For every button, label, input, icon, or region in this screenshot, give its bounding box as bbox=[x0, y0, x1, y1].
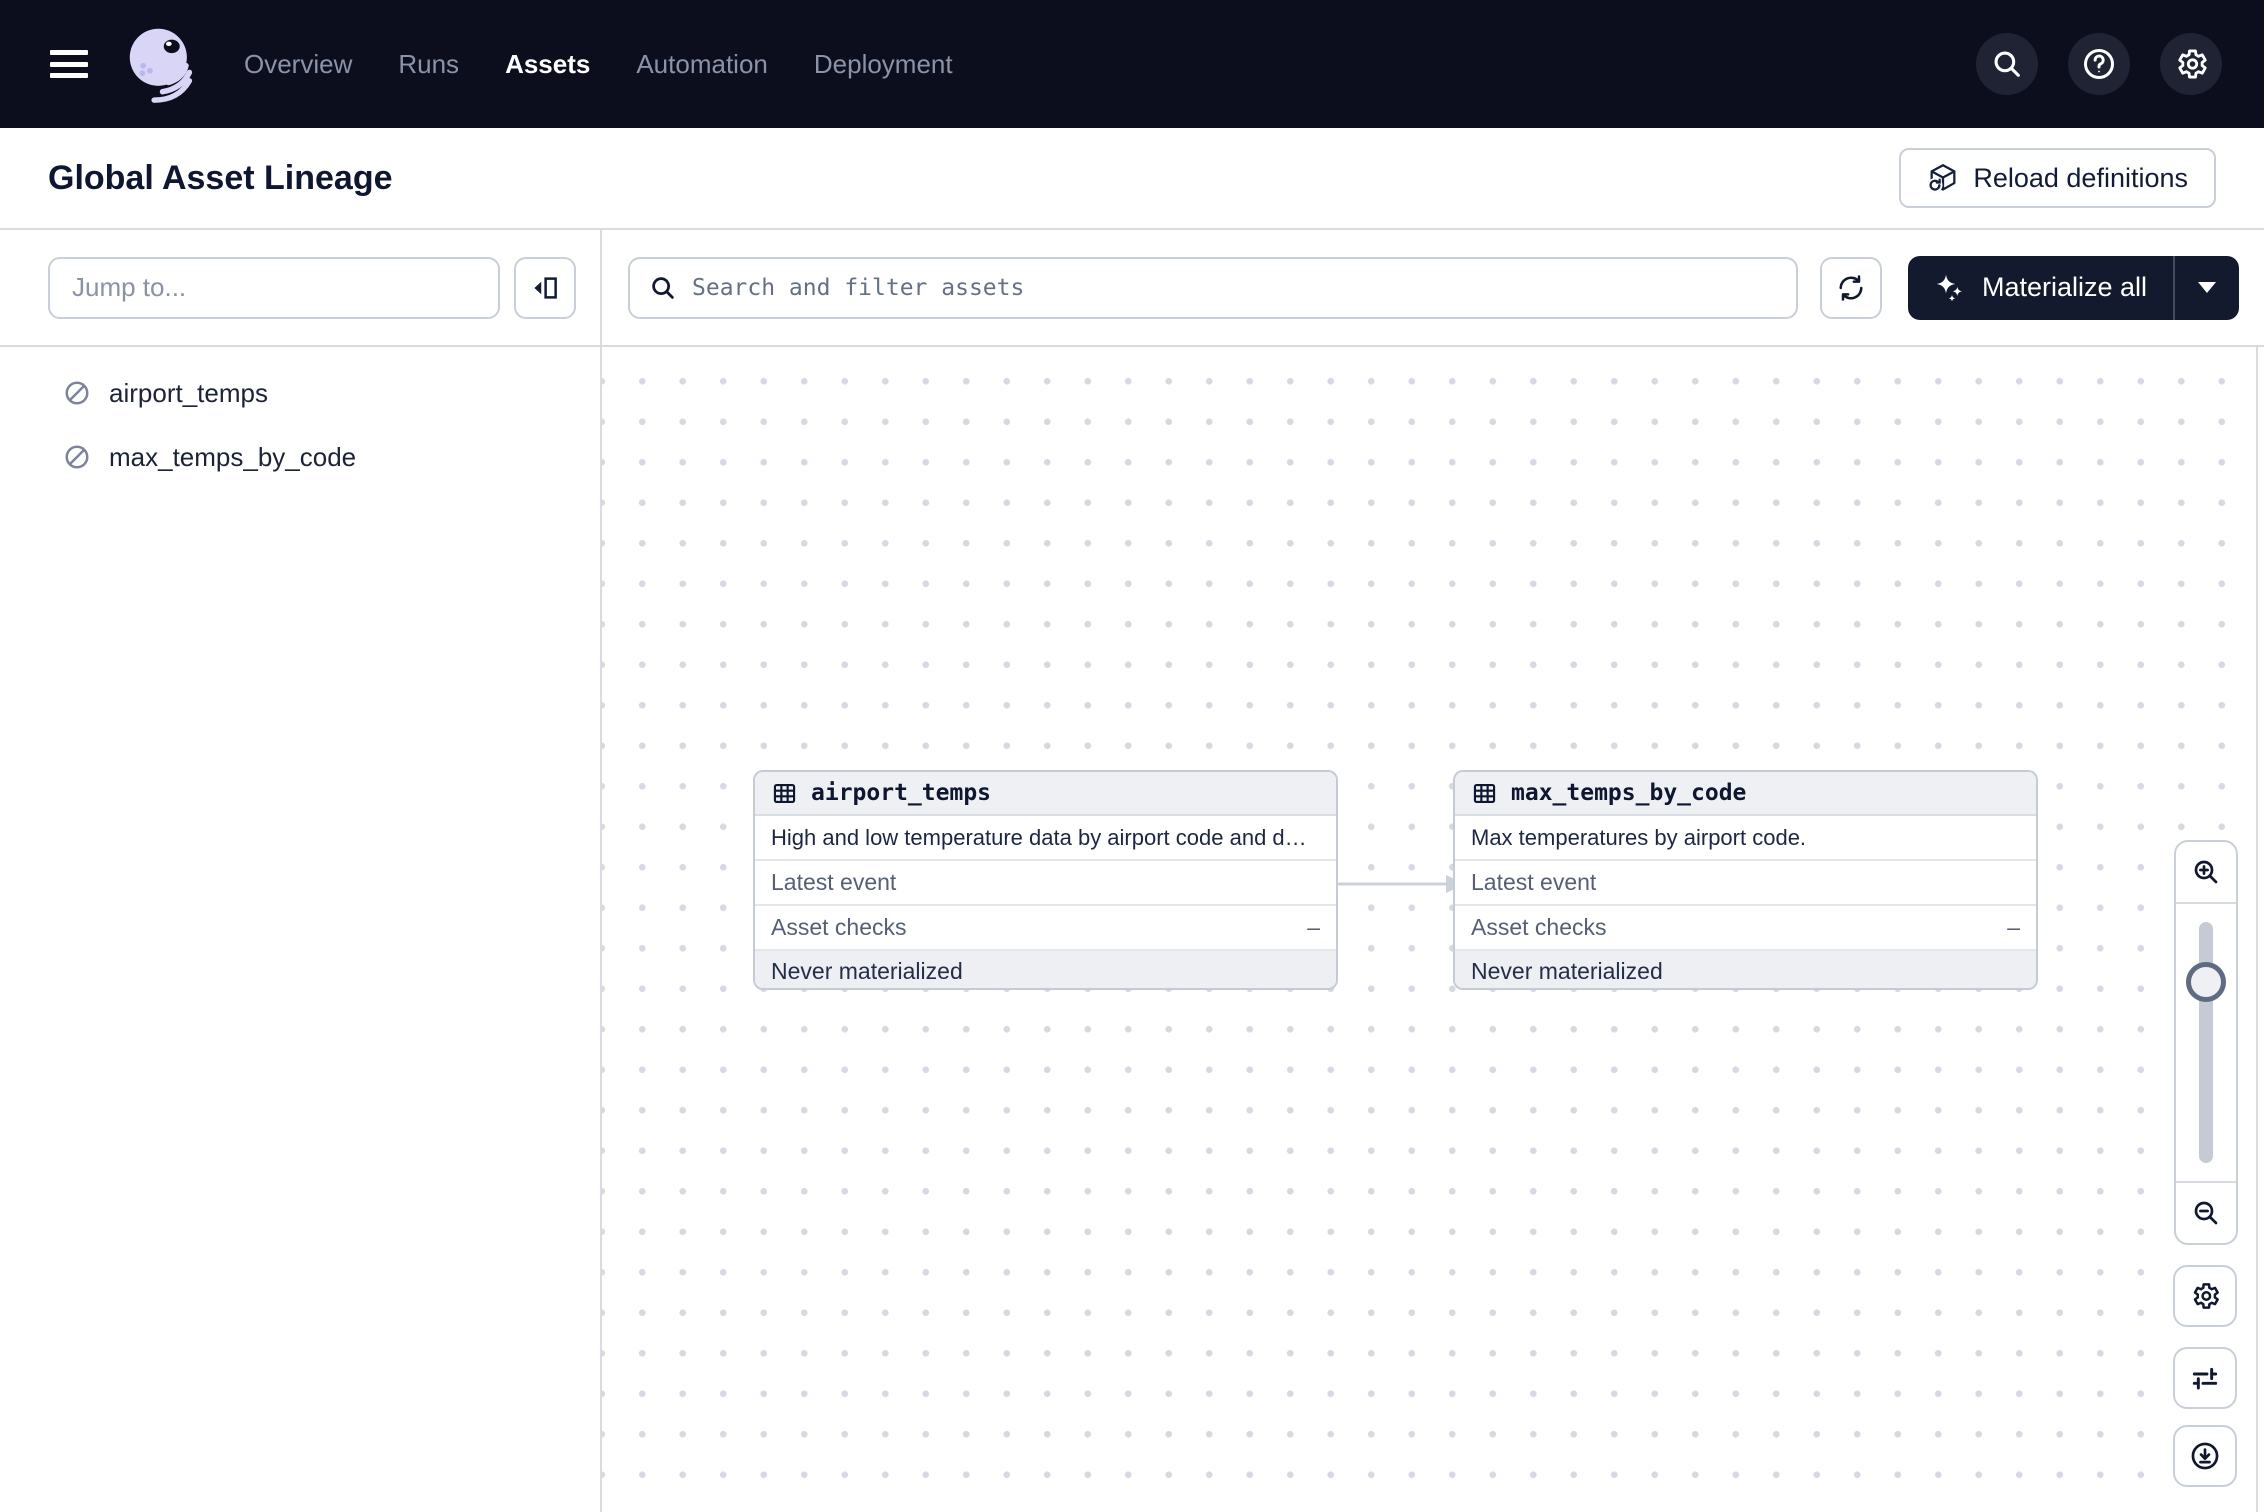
asset-checks-value: – bbox=[2007, 914, 2020, 941]
latest-event-label: Latest event bbox=[771, 869, 896, 896]
lineage-canvas: Materialize all bbox=[602, 230, 2264, 1512]
materialization-status: Never materialized bbox=[755, 951, 1336, 990]
collapse-panel-icon bbox=[530, 273, 560, 303]
asset-description: Max temperatures by airport code. bbox=[1471, 825, 1806, 851]
search-icon bbox=[1990, 47, 2024, 81]
latest-event-row: Latest event bbox=[1455, 861, 2036, 906]
asset-node-airport-temps[interactable]: airport_temps High and low temperature d… bbox=[753, 770, 1338, 990]
jump-to-input[interactable] bbox=[48, 257, 500, 319]
materialize-all-button[interactable]: Materialize all bbox=[1908, 256, 2173, 320]
asset-name: airport_temps bbox=[109, 378, 268, 409]
asset-search bbox=[628, 257, 1798, 319]
navbar-actions bbox=[1976, 33, 2264, 95]
sidebar-toolbar bbox=[0, 230, 600, 347]
help-icon bbox=[2081, 46, 2117, 82]
search-button[interactable] bbox=[1976, 33, 2038, 95]
refresh-icon bbox=[1836, 273, 1866, 303]
zoom-slider-track[interactable] bbox=[2199, 922, 2213, 1163]
asset-list: airport_temps max_temps_by_code bbox=[0, 347, 600, 489]
asset-checks-label: Asset checks bbox=[771, 914, 907, 941]
zoom-out-icon bbox=[2190, 1197, 2222, 1229]
main-split: airport_temps max_temps_by_code bbox=[0, 230, 2264, 1512]
zoom-controls bbox=[2174, 840, 2238, 1245]
caret-down-icon bbox=[2198, 282, 2216, 293]
nav-link-deployment[interactable]: Deployment bbox=[814, 49, 953, 80]
gear-icon bbox=[2173, 46, 2209, 82]
package-reload-icon bbox=[1927, 162, 1959, 194]
materialize-options-button[interactable] bbox=[2175, 256, 2239, 320]
asset-checks-row: Asset checks – bbox=[755, 906, 1336, 951]
asset-node-max-temps-by-code[interactable]: max_temps_by_code Max temperatures by ai… bbox=[1453, 770, 2038, 990]
asset-description-row: High and low temperature data by airport… bbox=[755, 816, 1336, 861]
graph-filters-button[interactable] bbox=[2173, 1347, 2237, 1409]
zoom-in-icon bbox=[2190, 856, 2222, 888]
graph-settings-button[interactable] bbox=[2173, 1265, 2237, 1327]
asset-description-row: Max temperatures by airport code. bbox=[1455, 816, 2036, 861]
asset-node-title: airport_temps bbox=[811, 780, 991, 806]
asset-name: max_temps_by_code bbox=[109, 442, 356, 473]
table-icon bbox=[1471, 780, 1498, 807]
refresh-button[interactable] bbox=[1820, 257, 1882, 319]
settings-button[interactable] bbox=[2160, 33, 2222, 95]
sidebar-item-airport-temps[interactable]: airport_temps bbox=[0, 361, 600, 425]
latest-event-label: Latest event bbox=[1471, 869, 1596, 896]
nav-link-assets[interactable]: Assets bbox=[505, 49, 590, 80]
sparkles-icon bbox=[1934, 272, 1966, 304]
asset-node-title: max_temps_by_code bbox=[1511, 780, 1746, 806]
asset-description: High and low temperature data by airport… bbox=[771, 825, 1307, 851]
asset-checks-label: Asset checks bbox=[1471, 914, 1607, 941]
collapse-sidebar-button[interactable] bbox=[514, 257, 576, 319]
table-icon bbox=[771, 780, 798, 807]
dagster-octopus-logo[interactable] bbox=[118, 18, 202, 110]
materialization-status: Never materialized bbox=[1455, 951, 2036, 990]
nav-link-overview[interactable]: Overview bbox=[244, 49, 352, 80]
search-assets-input[interactable] bbox=[628, 257, 1798, 319]
latest-event-row: Latest event bbox=[755, 861, 1336, 906]
zoom-in-button[interactable] bbox=[2176, 842, 2236, 904]
search-icon bbox=[648, 273, 678, 303]
asset-sidebar: airport_temps max_temps_by_code bbox=[0, 230, 602, 1512]
lineage-graph[interactable]: airport_temps High and low temperature d… bbox=[602, 347, 2258, 1512]
canvas-toolbar: Materialize all bbox=[602, 230, 2264, 347]
help-button[interactable] bbox=[2068, 33, 2130, 95]
nav-link-runs[interactable]: Runs bbox=[398, 49, 459, 80]
download-icon bbox=[2188, 1439, 2222, 1473]
asset-checks-value: – bbox=[1307, 914, 1320, 941]
zoom-slider-handle[interactable] bbox=[2186, 962, 2226, 1002]
gear-icon bbox=[2189, 1280, 2221, 1312]
lineage-edge-arrow bbox=[1338, 869, 1468, 899]
download-image-button[interactable] bbox=[2173, 1425, 2237, 1487]
nav-link-automation[interactable]: Automation bbox=[636, 49, 768, 80]
page-header: Global Asset Lineage Reload definitions bbox=[0, 128, 2264, 230]
asset-node-header: airport_temps bbox=[755, 772, 1336, 816]
sidebar-item-max-temps-by-code[interactable]: max_temps_by_code bbox=[0, 425, 600, 489]
materialize-split-button: Materialize all bbox=[1908, 256, 2239, 320]
page-title: Global Asset Lineage bbox=[48, 159, 393, 198]
never-materialized-icon bbox=[62, 378, 92, 408]
top-navbar: Overview Runs Assets Automation Deployme… bbox=[0, 0, 2264, 128]
asset-node-header: max_temps_by_code bbox=[1455, 772, 2036, 816]
reload-definitions-button[interactable]: Reload definitions bbox=[1899, 148, 2216, 208]
zoom-slider[interactable] bbox=[2176, 904, 2236, 1181]
never-materialized-icon bbox=[62, 442, 92, 472]
tune-icon bbox=[2189, 1362, 2221, 1394]
reload-definitions-label: Reload definitions bbox=[1973, 163, 2188, 194]
hamburger-icon[interactable] bbox=[50, 50, 88, 78]
primary-nav: Overview Runs Assets Automation Deployme… bbox=[244, 49, 953, 80]
zoom-out-button[interactable] bbox=[2176, 1181, 2236, 1243]
asset-checks-row: Asset checks – bbox=[1455, 906, 2036, 951]
materialize-all-label: Materialize all bbox=[1982, 272, 2147, 303]
